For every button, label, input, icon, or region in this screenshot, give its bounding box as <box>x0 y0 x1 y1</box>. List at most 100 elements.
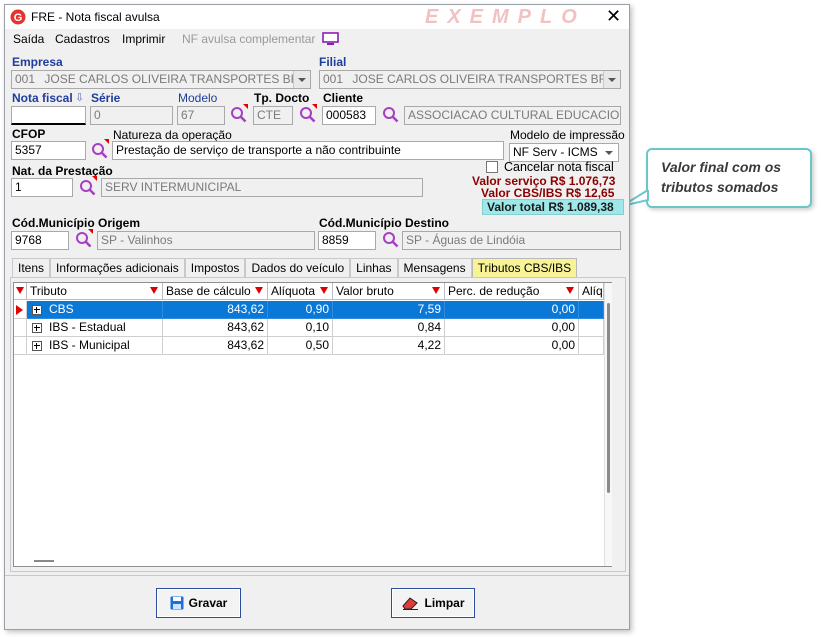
filter-icon[interactable] <box>432 287 440 294</box>
required-marker <box>243 104 248 109</box>
expand-icon[interactable] <box>32 323 42 333</box>
nat-prestacao-label: Nat. da Prestação <box>12 164 113 178</box>
grid-indicator-header[interactable] <box>14 283 27 300</box>
limpar-button[interactable]: Limpar <box>391 588 475 618</box>
cfop-input[interactable]: 5357 <box>11 141 86 160</box>
chevron-down-icon[interactable] <box>603 71 620 88</box>
cell-reducao[interactable]: 0,00 <box>445 301 579 319</box>
cell-valor[interactable]: 4,22 <box>333 337 445 355</box>
cell-reducao[interactable]: 0,00 <box>445 319 579 337</box>
main-window: G FRE - Nota fiscal avulsa EXEMPLO ✕ Saí… <box>4 4 630 630</box>
tab-linhas[interactable]: Linhas <box>350 258 398 278</box>
natureza-label: Natureza da operação <box>113 128 232 142</box>
cell-tributo[interactable]: CBS <box>27 301 163 319</box>
required-marker <box>104 139 109 144</box>
modelo-input[interactable]: 67 <box>177 106 225 125</box>
gravar-button[interactable]: Gravar <box>156 588 241 618</box>
limpar-label: Limpar <box>424 596 465 610</box>
table-row[interactable]: CBS 843,62 0,90 7,59 0,00 <box>14 301 604 319</box>
filter-icon[interactable] <box>150 287 158 294</box>
table-row[interactable]: IBS - Estadual 843,62 0,10 0,84 0,00 <box>14 319 604 337</box>
tributos-grid[interactable]: Tributo Base de cálculo Alíquota Valor b… <box>13 282 612 567</box>
menu-nf-complementar[interactable]: NF avulsa complementar <box>182 32 315 46</box>
cell-aliquota[interactable]: 0,50 <box>268 337 333 355</box>
cell-base[interactable]: 843,62 <box>163 319 268 337</box>
tp-docto-input[interactable]: CTE <box>253 106 293 125</box>
search-icon[interactable] <box>382 231 399 248</box>
horizontal-scrollbar[interactable] <box>34 560 54 562</box>
filial-select[interactable]: 001 JOSE CARLOS OLIVEIRA TRANSPORTES BRA… <box>319 70 621 89</box>
cell-aliquota[interactable]: 0,90 <box>268 301 333 319</box>
search-icon[interactable] <box>91 142 108 159</box>
cell-valor[interactable]: 7,59 <box>333 301 445 319</box>
serie-input[interactable]: 0 <box>90 106 173 125</box>
callout-line-1: Valor final com os <box>661 159 782 175</box>
tab-tributos-cbs-ibs[interactable]: Tributos CBS/IBS <box>471 258 578 278</box>
cell-tributo[interactable]: IBS - Estadual <box>27 319 163 337</box>
cell-base[interactable]: 843,62 <box>163 301 268 319</box>
cancelar-checkbox[interactable] <box>486 161 498 173</box>
menu-imprimir[interactable]: Imprimir <box>122 32 165 46</box>
menu-cadastros[interactable]: Cadastros <box>55 32 110 46</box>
monitor-icon[interactable] <box>322 32 339 46</box>
col-header-valor-bruto[interactable]: Valor bruto <box>333 283 445 300</box>
watermark-text: EXEMPLO <box>425 6 586 28</box>
empresa-code: 001 <box>15 72 36 86</box>
natureza-input[interactable]: Prestação de serviço de transporte a não… <box>112 141 504 160</box>
tab-dados-veiculo[interactable]: Dados do veículo <box>245 258 351 278</box>
chevron-down-icon[interactable] <box>601 144 618 161</box>
col-header-base-calculo[interactable]: Base de cálculo <box>163 283 268 300</box>
valor-total-text: Valor total R$ 1.089,38 <box>487 200 614 214</box>
callout-box: Valor final com os tributos somados <box>646 148 812 208</box>
sort-down-icon[interactable]: ⇩ <box>75 91 84 104</box>
required-marker <box>92 176 97 181</box>
scrollbar-thumb[interactable] <box>607 303 610 493</box>
vertical-scrollbar[interactable] <box>604 283 612 566</box>
col-header-aliq[interactable]: Alíq. <box>579 283 604 300</box>
tab-impostos[interactable]: Impostos <box>184 258 246 278</box>
table-row[interactable]: IBS - Municipal 843,62 0,50 4,22 0,00 <box>14 337 604 355</box>
close-icon[interactable]: ✕ <box>606 6 621 27</box>
cell-tributo[interactable]: IBS - Municipal <box>27 337 163 355</box>
empresa-select[interactable]: 001 JOSE CARLOS OLIVEIRA TRANSPORTES BRA… <box>11 70 311 89</box>
mun-origem-code-input[interactable]: 9768 <box>11 231 69 250</box>
expand-icon[interactable] <box>32 305 42 315</box>
tab-mensagens[interactable]: Mensagens <box>397 258 472 278</box>
row-indicator[interactable] <box>14 319 27 337</box>
search-icon[interactable] <box>79 179 96 196</box>
nat-prestacao-name-field: SERV INTERMUNICIPAL <box>101 178 423 197</box>
required-marker <box>88 229 93 234</box>
tab-itens[interactable]: Itens <box>12 258 51 278</box>
cliente-code-input[interactable]: 000583 <box>322 106 376 125</box>
cell-aliquota[interactable]: 0,10 <box>268 319 333 337</box>
cell-aliq[interactable] <box>579 319 604 337</box>
row-indicator[interactable] <box>14 337 27 355</box>
bottom-divider <box>5 575 629 576</box>
callout-line-2: tributos somados <box>661 179 779 195</box>
col-header-perc-reducao[interactable]: Perc. de redução <box>445 283 579 300</box>
eraser-icon <box>402 597 419 610</box>
cell-aliq[interactable] <box>579 337 604 355</box>
mun-destino-code-input[interactable]: 8859 <box>318 231 376 250</box>
cfop-label: CFOP <box>12 127 46 141</box>
cell-aliq[interactable] <box>579 301 604 319</box>
nota-fiscal-input[interactable] <box>11 106 86 125</box>
expand-icon[interactable] <box>32 341 42 351</box>
tab-informacoes-adicionais[interactable]: Informações adicionais <box>50 258 185 278</box>
filter-icon[interactable] <box>255 287 263 294</box>
cell-valor[interactable]: 0,84 <box>333 319 445 337</box>
col-header-tributo[interactable]: Tributo <box>27 283 163 300</box>
search-icon[interactable] <box>382 106 399 123</box>
cell-reducao[interactable]: 0,00 <box>445 337 579 355</box>
nat-prestacao-code-input[interactable]: 1 <box>11 178 73 197</box>
cliente-label: Cliente <box>323 91 364 105</box>
row-pointer-icon <box>16 305 23 315</box>
filter-icon[interactable] <box>320 287 328 294</box>
chevron-down-icon[interactable] <box>293 71 310 88</box>
row-indicator[interactable] <box>14 301 27 319</box>
cell-base[interactable]: 843,62 <box>163 337 268 355</box>
col-header-aliquota[interactable]: Alíquota <box>268 283 333 300</box>
filter-icon[interactable] <box>566 287 574 294</box>
tp-docto-label: Tp. Docto <box>254 91 310 105</box>
menu-saida[interactable]: Saída <box>13 32 44 46</box>
